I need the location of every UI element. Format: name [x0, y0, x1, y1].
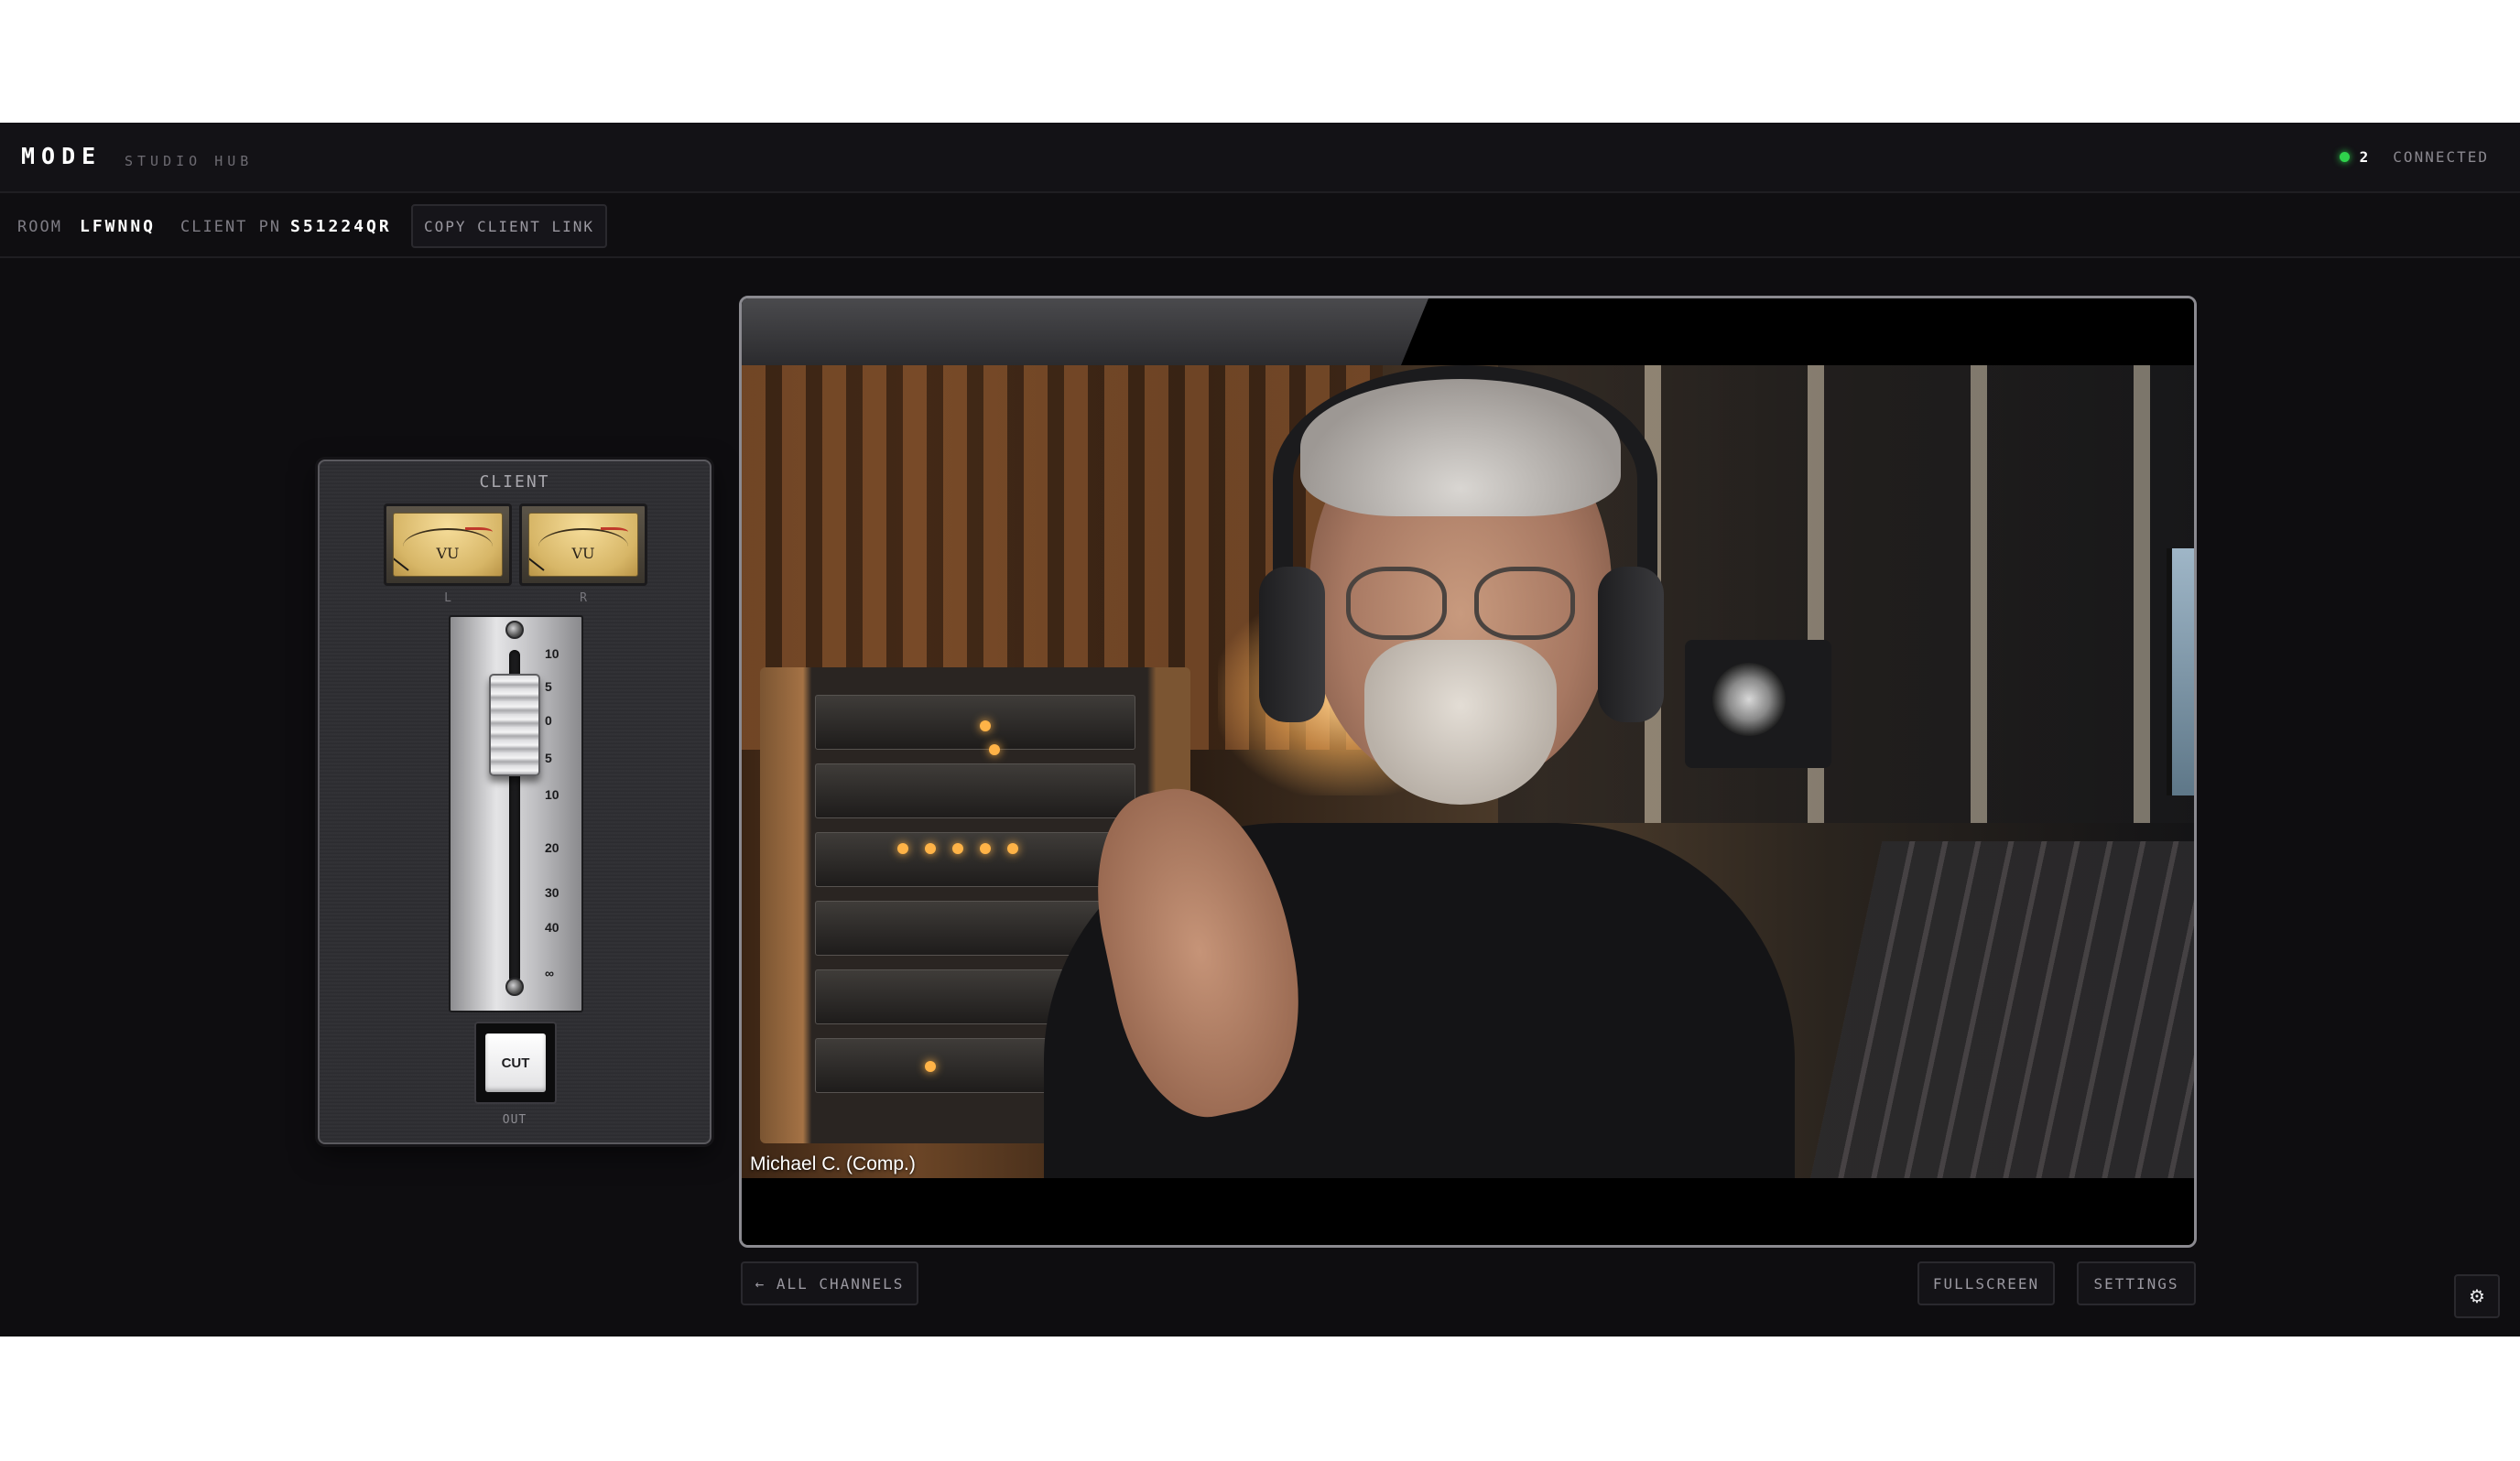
out-label: OUT — [502, 1113, 527, 1127]
room-code: LFWNNQ — [80, 217, 157, 236]
client-pn-code: S51224QR — [290, 217, 392, 236]
rack-led — [925, 1061, 936, 1072]
fader-scale-tick: 5 — [545, 751, 552, 765]
fader-scale-tick: 10 — [545, 646, 559, 661]
cut-button-housing: CUT — [474, 1022, 557, 1104]
vu-red-zone — [465, 527, 493, 536]
video-top-bar — [742, 298, 2194, 365]
rack-led — [980, 843, 991, 854]
vu-face-label: VU — [571, 545, 595, 562]
vu-red-zone — [601, 527, 628, 536]
video-scene — [742, 365, 2194, 1184]
fader-scale-tick: 0 — [545, 713, 552, 728]
vu-face-label: VU — [436, 545, 460, 562]
brand-logo: MODE — [21, 143, 103, 169]
connected-count: 2 — [2359, 148, 2371, 166]
video-feed[interactable]: Michael C. (Comp.) — [739, 296, 2197, 1248]
room-bar: ROOM LFWNNQ CLIENT PN S51224QR COPY CLIE… — [0, 193, 2520, 258]
glasses-lens — [1346, 567, 1447, 640]
rack-led — [952, 843, 963, 854]
status-dot-icon — [2339, 152, 2350, 162]
vu-meter-face: VU — [393, 513, 503, 577]
screw-icon — [505, 978, 524, 996]
glasses-lens — [1474, 567, 1575, 640]
fullscreen-button[interactable]: FULLSCREEN — [1917, 1261, 2055, 1305]
fader-scale-tick: 5 — [545, 679, 552, 694]
fader-scale-tick: 10 — [545, 787, 559, 802]
room-label: ROOM — [17, 218, 62, 236]
participant-name-caption: Michael C. (Comp.) — [750, 1153, 916, 1174]
vu-meter-right: VU — [519, 503, 647, 586]
connected-label: CONNECTED — [2393, 148, 2489, 166]
fader-scale-tick: 30 — [545, 885, 559, 900]
channel-strip-title: CLIENT — [479, 472, 550, 492]
computer-monitor — [2167, 548, 2194, 795]
vu-channel-label-left: L — [444, 591, 451, 605]
cut-button[interactable]: CUT — [485, 1034, 546, 1092]
rack-led — [1007, 843, 1018, 854]
video-bottom-bar — [742, 1178, 2194, 1245]
headphone-earcup — [1259, 567, 1325, 722]
studio-hub-app: MODE STUDIO HUB 2 CONNECTED ROOM LFWNNQ … — [0, 123, 2520, 1337]
fader-scale-tick: 40 — [545, 920, 559, 935]
brand-subtitle: STUDIO HUB — [125, 153, 254, 169]
client-channel-strip: CLIENT VU L VU R 10 5 0 5 10 20 30 40 ∞ … — [318, 460, 711, 1144]
vu-meter-left: VU — [384, 503, 512, 586]
rack-led — [925, 843, 936, 854]
fader-knob[interactable] — [489, 674, 540, 776]
video-top-overlay — [742, 298, 1428, 365]
rack-unit — [815, 763, 1135, 818]
client-pn-label: CLIENT PN — [180, 218, 282, 236]
rack-led — [980, 720, 991, 731]
fader-scale-tick: ∞ — [545, 966, 554, 980]
mixing-console — [1809, 841, 2194, 1184]
fader-plate: 10 5 0 5 10 20 30 40 ∞ — [449, 615, 583, 1012]
screw-icon — [505, 621, 524, 639]
gear-icon[interactable]: ⚙ — [2454, 1274, 2500, 1318]
top-bar: MODE STUDIO HUB 2 CONNECTED — [0, 123, 2520, 193]
vu-meter-face: VU — [528, 513, 638, 577]
person-hair — [1300, 379, 1621, 516]
connection-status: 2 CONNECTED — [2339, 148, 2489, 166]
person-beard — [1364, 640, 1557, 805]
rack-led — [989, 744, 1000, 755]
rack-unit — [815, 832, 1135, 887]
rack-unit — [815, 695, 1135, 750]
vu-channel-label-right: R — [580, 591, 587, 605]
all-channels-button[interactable]: ← ALL CHANNELS — [741, 1261, 918, 1305]
rack-led — [897, 843, 908, 854]
settings-button[interactable]: SETTINGS — [2077, 1261, 2196, 1305]
copy-client-link-button[interactable]: COPY CLIENT LINK — [411, 204, 607, 248]
fader-scale-tick: 20 — [545, 840, 559, 855]
studio-monitor-speaker — [1685, 640, 1831, 768]
headphone-earcup — [1598, 567, 1664, 722]
